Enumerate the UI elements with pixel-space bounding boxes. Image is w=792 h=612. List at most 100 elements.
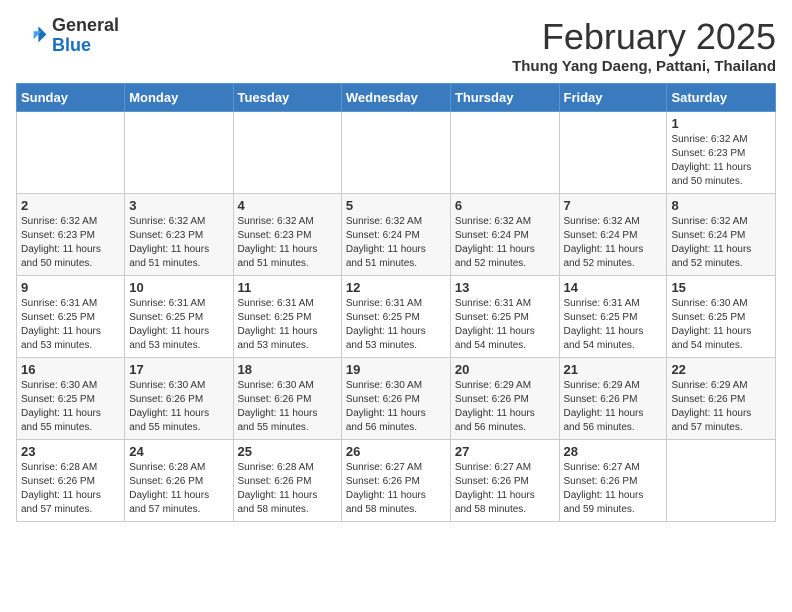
day-number: 12 xyxy=(346,280,446,295)
day-number: 11 xyxy=(238,280,337,295)
day-info: Sunrise: 6:27 AM Sunset: 6:26 PM Dayligh… xyxy=(455,461,555,517)
day-info: Sunrise: 6:30 AM Sunset: 6:26 PM Dayligh… xyxy=(346,379,446,435)
logo-general: General xyxy=(52,15,119,35)
day-info: Sunrise: 6:30 AM Sunset: 6:25 PM Dayligh… xyxy=(671,297,771,353)
day-info: Sunrise: 6:30 AM Sunset: 6:25 PM Dayligh… xyxy=(21,379,120,435)
day-number: 6 xyxy=(455,198,555,213)
calendar-cell: 19Sunrise: 6:30 AM Sunset: 6:26 PM Dayli… xyxy=(341,358,450,440)
day-info: Sunrise: 6:32 AM Sunset: 6:23 PM Dayligh… xyxy=(671,133,771,189)
calendar-cell: 6Sunrise: 6:32 AM Sunset: 6:24 PM Daylig… xyxy=(450,194,559,276)
day-number: 25 xyxy=(238,444,337,459)
day-number: 17 xyxy=(129,362,228,377)
calendar-header-row: SundayMondayTuesdayWednesdayThursdayFrid… xyxy=(17,84,776,112)
day-info: Sunrise: 6:27 AM Sunset: 6:26 PM Dayligh… xyxy=(346,461,446,517)
day-number: 5 xyxy=(346,198,446,213)
weekday-header: Saturday xyxy=(667,84,776,112)
day-info: Sunrise: 6:30 AM Sunset: 6:26 PM Dayligh… xyxy=(129,379,228,435)
calendar-cell: 2 Sunrise: 6:32 AM Sunset: 6:23 PM Daylig… xyxy=(17,194,125,276)
day-number: 10 xyxy=(129,280,228,295)
calendar-cell: 12 Sunrise: 6:31 AM Sunset: 6:25 PM Dayli… xyxy=(341,276,450,358)
calendar-cell: 7Sunrise: 6:32 AM Sunset: 6:24 PM Daylig… xyxy=(559,194,667,276)
day-info: Sunrise: 6:31 AM Sunset: 6:25 PM Dayligh… xyxy=(129,297,228,353)
day-number: 7 xyxy=(564,198,663,213)
weekday-header: Thursday xyxy=(450,84,559,112)
logo-icon xyxy=(16,20,48,52)
calendar-cell: 22 Sunrise: 6:29 AM Sunset: 6:26 PM Dayli… xyxy=(667,358,776,440)
day-info: Sunrise: 6:31 AM Sunset: 6:25 PM Dayligh… xyxy=(564,297,663,353)
day-info: Sunrise: 6:32 AM Sunset: 6:23 PM Dayligh… xyxy=(129,215,228,271)
day-info: Sunrise: 6:31 AM Sunset: 6:25 PM Dayligh… xyxy=(238,297,337,353)
calendar-cell xyxy=(450,112,559,194)
day-info: Sunrise: 6:32 AM Sunset: 6:24 PM Dayligh… xyxy=(346,215,446,271)
calendar-week-row: 23 Sunrise: 6:28 AM Sunset: 6:26 PM Dayli… xyxy=(17,440,776,522)
calendar-cell: 10 Sunrise: 6:31 AM Sunset: 6:25 PM Dayli… xyxy=(125,276,233,358)
day-number: 24 xyxy=(129,444,228,459)
day-number: 23 xyxy=(21,444,120,459)
day-number: 15 xyxy=(671,280,771,295)
day-number: 18 xyxy=(238,362,337,377)
day-number: 22 xyxy=(671,362,771,377)
calendar-cell: 14 Sunrise: 6:31 AM Sunset: 6:25 PM Dayli… xyxy=(559,276,667,358)
calendar-week-row: 1 Sunrise: 6:32 AM Sunset: 6:23 PM Daylig… xyxy=(17,112,776,194)
calendar-cell: 27Sunrise: 6:27 AM Sunset: 6:26 PM Dayli… xyxy=(450,440,559,522)
day-info: Sunrise: 6:29 AM Sunset: 6:26 PM Dayligh… xyxy=(564,379,663,435)
day-number: 14 xyxy=(564,280,663,295)
day-info: Sunrise: 6:31 AM Sunset: 6:25 PM Dayligh… xyxy=(21,297,120,353)
day-info: Sunrise: 6:31 AM Sunset: 6:25 PM Dayligh… xyxy=(346,297,446,353)
location-title: Thung Yang Daeng, Pattani, Thailand xyxy=(512,58,776,75)
day-number: 21 xyxy=(564,362,663,377)
calendar-cell xyxy=(125,112,233,194)
calendar-cell xyxy=(17,112,125,194)
calendar-cell: 8 Sunrise: 6:32 AM Sunset: 6:24 PM Daylig… xyxy=(667,194,776,276)
calendar-week-row: 9Sunrise: 6:31 AM Sunset: 6:25 PM Daylig… xyxy=(17,276,776,358)
calendar-cell: 20Sunrise: 6:29 AM Sunset: 6:26 PM Dayli… xyxy=(450,358,559,440)
calendar-table: SundayMondayTuesdayWednesdayThursdayFrid… xyxy=(16,83,776,522)
calendar-cell: 25 Sunrise: 6:28 AM Sunset: 6:26 PM Dayli… xyxy=(233,440,341,522)
day-number: 20 xyxy=(455,362,555,377)
day-info: Sunrise: 6:32 AM Sunset: 6:23 PM Dayligh… xyxy=(21,215,120,271)
logo-blue-text: Blue xyxy=(52,35,91,55)
calendar-cell: 28 Sunrise: 6:27 AM Sunset: 6:26 PM Dayli… xyxy=(559,440,667,522)
calendar-cell xyxy=(341,112,450,194)
calendar-cell: 5 Sunrise: 6:32 AM Sunset: 6:24 PM Daylig… xyxy=(341,194,450,276)
calendar-week-row: 2 Sunrise: 6:32 AM Sunset: 6:23 PM Daylig… xyxy=(17,194,776,276)
weekday-header: Friday xyxy=(559,84,667,112)
calendar-cell: 18 Sunrise: 6:30 AM Sunset: 6:26 PM Dayli… xyxy=(233,358,341,440)
calendar-cell: 3Sunrise: 6:32 AM Sunset: 6:23 PM Daylig… xyxy=(125,194,233,276)
calendar-cell: 23 Sunrise: 6:28 AM Sunset: 6:26 PM Dayli… xyxy=(17,440,125,522)
calendar-cell xyxy=(559,112,667,194)
logo-text: General Blue xyxy=(52,16,119,56)
calendar-cell: 16 Sunrise: 6:30 AM Sunset: 6:25 PM Dayli… xyxy=(17,358,125,440)
calendar-cell: 4 Sunrise: 6:32 AM Sunset: 6:23 PM Daylig… xyxy=(233,194,341,276)
day-number: 4 xyxy=(238,198,337,213)
day-info: Sunrise: 6:30 AM Sunset: 6:26 PM Dayligh… xyxy=(238,379,337,435)
calendar-cell: 13Sunrise: 6:31 AM Sunset: 6:25 PM Dayli… xyxy=(450,276,559,358)
calendar-week-row: 16 Sunrise: 6:30 AM Sunset: 6:25 PM Dayli… xyxy=(17,358,776,440)
day-info: Sunrise: 6:28 AM Sunset: 6:26 PM Dayligh… xyxy=(238,461,337,517)
calendar-cell: 11 Sunrise: 6:31 AM Sunset: 6:25 PM Dayli… xyxy=(233,276,341,358)
calendar-cell xyxy=(667,440,776,522)
page-header: General Blue February 2025 Thung Yang Da… xyxy=(16,16,776,75)
calendar-cell: 1 Sunrise: 6:32 AM Sunset: 6:23 PM Daylig… xyxy=(667,112,776,194)
logo: General Blue xyxy=(16,16,119,56)
calendar-cell: 24 Sunrise: 6:28 AM Sunset: 6:26 PM Dayli… xyxy=(125,440,233,522)
day-number: 28 xyxy=(564,444,663,459)
calendar-cell: 9Sunrise: 6:31 AM Sunset: 6:25 PM Daylig… xyxy=(17,276,125,358)
day-number: 2 xyxy=(21,198,120,213)
weekday-header: Monday xyxy=(125,84,233,112)
weekday-header: Sunday xyxy=(17,84,125,112)
day-info: Sunrise: 6:32 AM Sunset: 6:24 PM Dayligh… xyxy=(671,215,771,271)
day-number: 8 xyxy=(671,198,771,213)
day-number: 1 xyxy=(671,116,771,131)
day-info: Sunrise: 6:31 AM Sunset: 6:25 PM Dayligh… xyxy=(455,297,555,353)
day-info: Sunrise: 6:27 AM Sunset: 6:26 PM Dayligh… xyxy=(564,461,663,517)
day-info: Sunrise: 6:28 AM Sunset: 6:26 PM Dayligh… xyxy=(129,461,228,517)
day-info: Sunrise: 6:29 AM Sunset: 6:26 PM Dayligh… xyxy=(671,379,771,435)
day-number: 16 xyxy=(21,362,120,377)
weekday-header: Tuesday xyxy=(233,84,341,112)
month-title: February 2025 xyxy=(512,16,776,58)
calendar-cell: 21 Sunrise: 6:29 AM Sunset: 6:26 PM Dayli… xyxy=(559,358,667,440)
day-info: Sunrise: 6:28 AM Sunset: 6:26 PM Dayligh… xyxy=(21,461,120,517)
title-block: February 2025 Thung Yang Daeng, Pattani,… xyxy=(512,16,776,75)
day-info: Sunrise: 6:32 AM Sunset: 6:23 PM Dayligh… xyxy=(238,215,337,271)
